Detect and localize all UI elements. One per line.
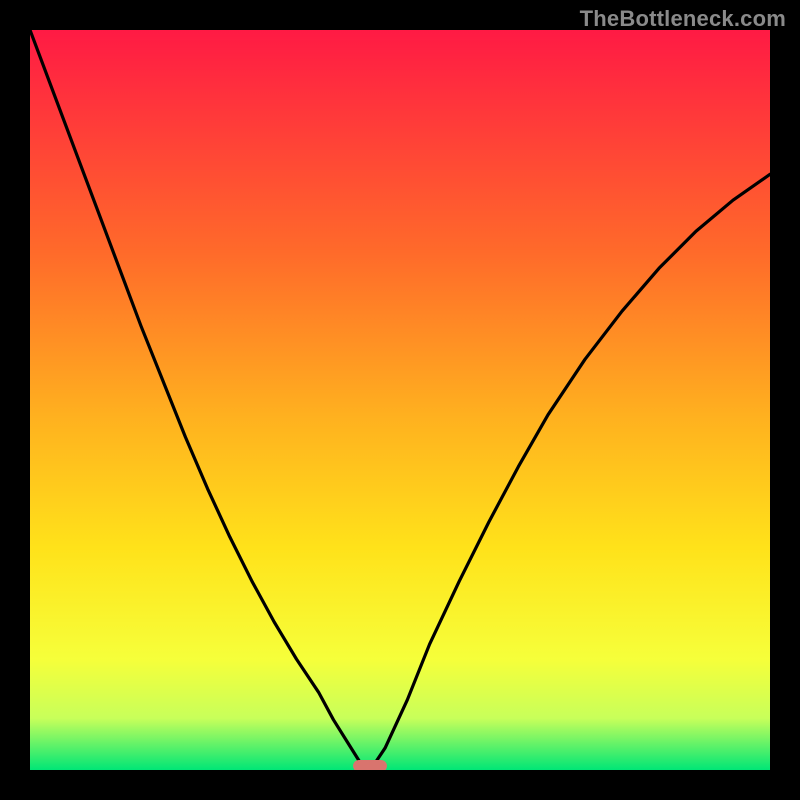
bottleneck-curve [30, 30, 770, 770]
chart-frame: TheBottleneck.com [0, 0, 800, 800]
watermark-text: TheBottleneck.com [580, 6, 786, 32]
plot-area [30, 30, 770, 770]
minimum-marker [353, 760, 387, 770]
